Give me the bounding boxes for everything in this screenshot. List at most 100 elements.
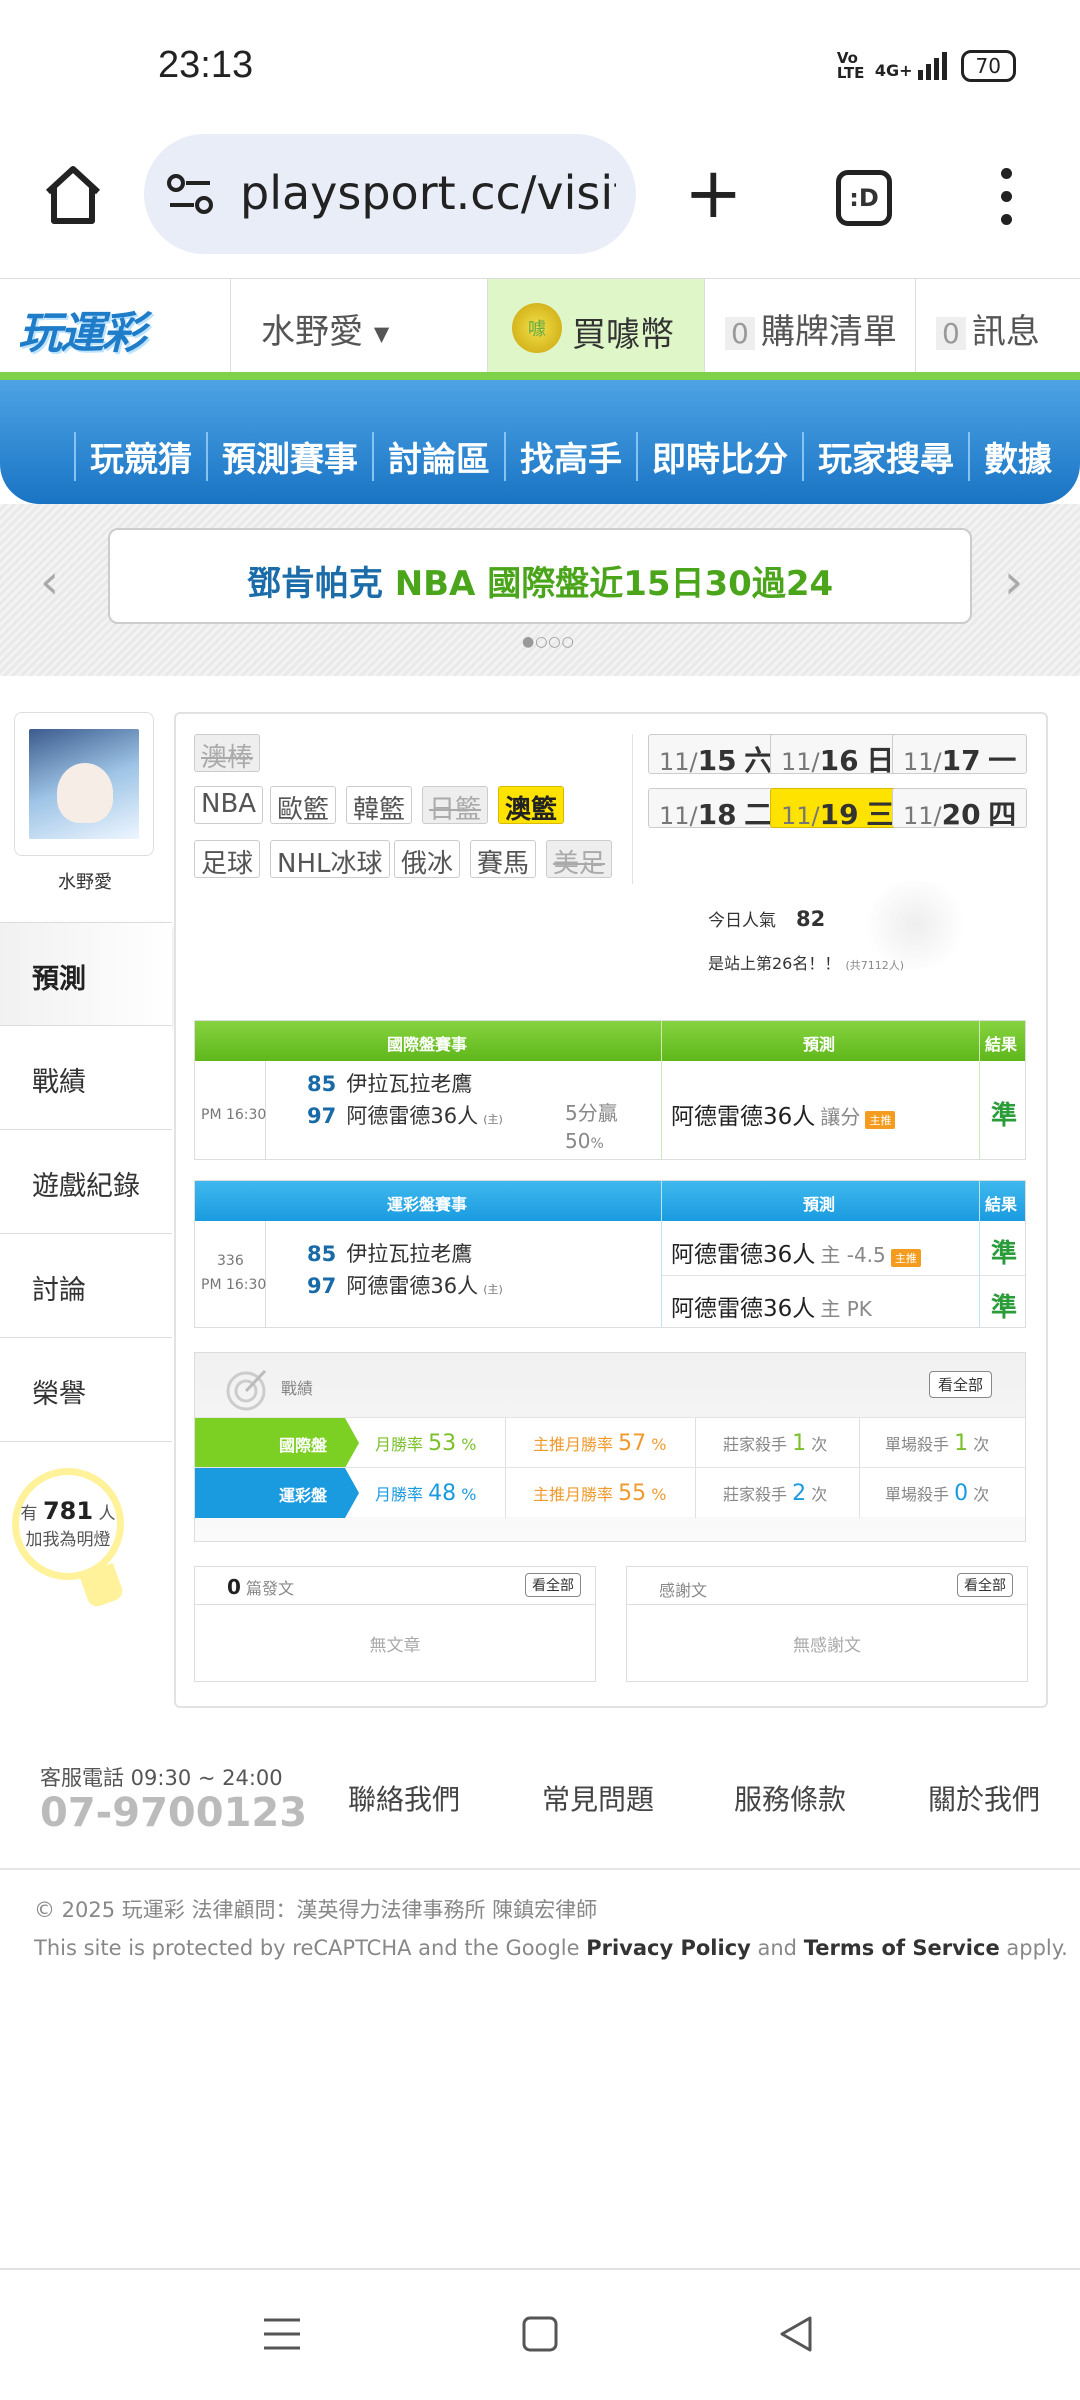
terms-of-service-link[interactable]: Terms of Service — [804, 1936, 1000, 1960]
nav-player-search[interactable]: 玩家搜尋 — [802, 432, 968, 481]
prediction-cell[interactable]: 阿德雷德36人 主 -4.5 主推 — [671, 1235, 921, 1269]
nav-live-scores[interactable]: 即時比分 — [636, 432, 802, 481]
sidebar-item-game-log[interactable]: 遊戲紀錄 — [0, 1130, 172, 1234]
tag-aus-baseball[interactable]: 澳棒 — [194, 734, 261, 773]
user-menu-dropdown[interactable]: 水野愛 ▼ — [230, 279, 488, 373]
caret-down-icon: ▼ — [373, 321, 390, 346]
nav-data[interactable]: 數據 — [968, 432, 1066, 481]
date-1119[interactable]: 11/19 三 — [770, 788, 906, 831]
footer-link-terms[interactable]: 服務條款 — [734, 1778, 846, 1818]
thanks-empty: 無感謝文 — [793, 1636, 861, 1656]
articles-view-all-button[interactable]: 看全部 — [525, 1573, 581, 1597]
articles-box: 0 篇發文 看全部 無文章 — [194, 1566, 596, 1682]
url-text[interactable]: playsport.cc/visit — [240, 166, 616, 220]
avatar[interactable] — [29, 729, 139, 839]
sidebar-item-honor[interactable]: 榮譽 — [0, 1338, 172, 1442]
carousel-next-icon[interactable]: › — [1004, 554, 1023, 610]
fans-count: 781 — [42, 1497, 94, 1525]
date-1118[interactable]: 11/18 二 — [648, 788, 784, 831]
result-cell: 準 — [991, 1239, 1018, 1269]
table-row[interactable]: 85 伊拉瓦拉老鷹 97 阿德雷德36人 (主) — [307, 1239, 503, 1305]
nav-predict-events[interactable]: 預測賽事 — [206, 432, 372, 481]
tag-nba[interactable]: NBA — [194, 786, 264, 824]
service-phone[interactable]: 07-9700123 — [40, 1790, 307, 1836]
nav-find-experts[interactable]: 找高手 — [504, 432, 636, 481]
footer-link-about[interactable]: 關於我們 — [928, 1778, 1040, 1818]
avatar-frame[interactable] — [14, 712, 154, 856]
tab-switcher-button[interactable]: :D — [836, 170, 892, 226]
footer-link-contact[interactable]: 聯絡我們 — [348, 1778, 460, 1818]
cart-button[interactable]: 0 購牌清單 — [704, 279, 916, 373]
result-cell: 準 — [991, 1101, 1018, 1131]
date-1115[interactable]: 11/15 六 — [648, 734, 784, 777]
messages-button[interactable]: 0 訊息 — [916, 279, 1080, 373]
lightbulb-follow-button[interactable]: 有 781 人 加我為明燈 — [12, 1468, 124, 1580]
carousel-dots[interactable]: ●○○○ — [522, 634, 575, 650]
site-header: 玩運彩 水野愛 ▼ 噱買噱幣 0 購牌清單 0 訊息 — [0, 278, 1080, 374]
sidebar-item-discuss[interactable]: 討論 — [0, 1234, 172, 1338]
tag-japan-basketball[interactable]: 日籃 — [422, 786, 489, 825]
browser-menu-icon[interactable] — [996, 168, 1016, 228]
date-1120[interactable]: 11/20 四 — [892, 788, 1028, 831]
browser-toolbar: playsport.cc/visit + :D — [0, 130, 1080, 278]
tag-russia-hockey[interactable]: 俄冰 — [394, 840, 461, 879]
volte-icon: Vo LTE — [836, 49, 865, 82]
status-icons: Vo LTE 4G+ 70 — [837, 50, 1016, 82]
clock: 23:13 — [158, 44, 254, 86]
new-tab-icon[interactable]: + — [684, 158, 743, 228]
prediction-cell[interactable]: 阿德雷德36人 讓分 主推 — [671, 1097, 896, 1131]
record-label: 運彩盤 — [195, 1468, 359, 1518]
tag-aus-basketball[interactable]: 澳籃 — [498, 786, 565, 825]
site-logo[interactable]: 玩運彩 — [18, 297, 146, 361]
banner-stat: NBA 國際盤近15日30過24 — [394, 564, 834, 604]
msg-label: 訊息 — [971, 312, 1040, 352]
recent-apps-icon[interactable] — [262, 2314, 302, 2354]
tag-soccer[interactable]: 足球 — [194, 840, 261, 879]
table-row[interactable]: 85 伊拉瓦拉老鷹 97 阿德雷德36人 (主) — [307, 1069, 503, 1135]
nav-guess[interactable]: 玩競猜 — [74, 432, 206, 481]
buy-coin-label: 買噱幣 — [572, 315, 674, 355]
margin-stat: 5分贏 50% — [565, 1101, 618, 1153]
coin-icon: 噱 — [512, 303, 562, 353]
privacy-policy-link[interactable]: Privacy Policy — [586, 1936, 751, 1960]
articles-count: 0 篇發文 — [227, 1575, 295, 1599]
lottery-prediction-table: 運彩盤賽事 預測 結果 336 PM 16:30 85 伊拉瓦拉老鷹 97 阿德… — [194, 1180, 1026, 1328]
tag-horse-racing[interactable]: 賽馬 — [470, 840, 537, 879]
tag-korea-basketball[interactable]: 韓籃 — [346, 786, 413, 825]
tag-nhl[interactable]: NHL冰球 — [270, 840, 390, 879]
articles-empty: 無文章 — [369, 1636, 421, 1656]
home-nav-icon[interactable] — [520, 2314, 560, 2354]
copyright-text: © 2025 玩運彩 法律顧問：漢英得力法律事務所 陳鎮宏律師 — [34, 1898, 598, 1922]
record-title: 戰績 — [281, 1379, 314, 1398]
buy-coin-button[interactable]: 噱買噱幣 — [488, 279, 704, 373]
nav-forum[interactable]: 討論區 — [372, 432, 504, 481]
footer-link-faq[interactable]: 常見問題 — [542, 1778, 654, 1818]
status-bar: 23:13 Vo LTE 4G+ 70 — [0, 0, 1080, 130]
sidebar-item-record[interactable]: 戰績 — [0, 1026, 172, 1130]
table-header: 國際盤賽事 預測 結果 — [195, 1021, 1025, 1061]
date-1117[interactable]: 11/17 一 — [892, 734, 1028, 777]
sidebar-item-predict[interactable]: 預測 — [0, 922, 172, 1026]
result-cell: 準 — [991, 1293, 1018, 1323]
date-1116[interactable]: 11/16 日 — [770, 734, 906, 777]
user-menu-label: 水野愛 — [261, 312, 363, 352]
prediction-cell[interactable]: 阿德雷德36人 主 PK — [671, 1289, 872, 1323]
home-icon[interactable] — [38, 160, 108, 230]
site-settings-icon[interactable] — [166, 172, 214, 216]
game-code: 336 — [217, 1253, 244, 1269]
back-icon[interactable] — [776, 2314, 816, 2354]
carousel-prev-icon[interactable]: ‹ — [40, 554, 59, 610]
record-row-lottery: 運彩盤 月勝率 48 % 主推月勝率 55 % 莊家殺手 2 次 單場殺手 0 … — [195, 1467, 1025, 1518]
tag-us-football[interactable]: 美足 — [546, 840, 613, 879]
cart-label: 購牌清單 — [760, 312, 897, 352]
thanks-view-all-button[interactable]: 看全部 — [957, 1573, 1013, 1597]
footer-divider — [0, 1868, 1080, 1870]
site-rank: 是站上第26名！！ (共7112人) — [708, 954, 905, 973]
target-icon — [226, 1369, 267, 1411]
banner-headline[interactable]: 鄧肯帕克 NBA 國際盤近15日30過24 — [108, 528, 972, 624]
table-header: 運彩盤賽事 預測 結果 — [195, 1181, 1025, 1221]
record-view-all-button[interactable]: 看全部 — [929, 1371, 993, 1398]
record-row-intl: 國際盤 月勝率 53 % 主推月勝率 57 % 莊家殺手 1 次 單場殺手 1 … — [195, 1417, 1025, 1468]
recaptcha-notice: This site is protected by reCAPTCHA and … — [34, 1936, 1068, 1960]
tag-euro-basketball[interactable]: 歐籃 — [270, 786, 337, 825]
